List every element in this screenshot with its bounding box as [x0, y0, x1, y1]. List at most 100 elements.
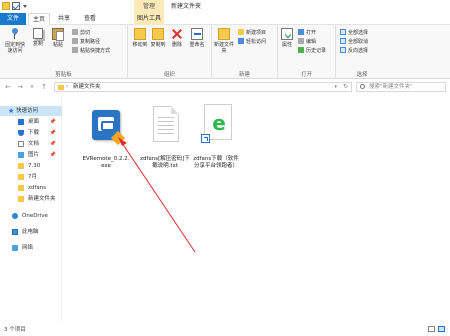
copy-to-label: 复制到: [150, 42, 166, 48]
new-folder-button[interactable]: 新建文件夹: [214, 28, 234, 54]
rename-label: 重命名: [189, 42, 205, 48]
file-item[interactable]: zdfans[解压密码]下载说明.txt: [140, 102, 190, 170]
rename-button[interactable]: 重命名: [188, 28, 206, 48]
file-item[interactable]: e zdfans下载（软件分享平台领跑者）: [191, 102, 241, 170]
up-button[interactable]: ↑: [40, 83, 48, 91]
pin-label: 固定到快速访问: [4, 42, 25, 54]
nav-downloads[interactable]: 下载 📌: [0, 128, 62, 138]
details-view-button[interactable]: [428, 326, 435, 332]
select-none-label: 全部取消: [348, 39, 369, 45]
nav-network[interactable]: 网络: [0, 243, 62, 253]
delete-button[interactable]: 删除: [170, 28, 184, 48]
tab-file[interactable]: 文件: [0, 13, 26, 25]
rename-icon: [191, 28, 203, 40]
cut-button[interactable]: 剪切: [72, 29, 90, 37]
move-to-button[interactable]: 移动到: [132, 28, 148, 48]
copy-to-button[interactable]: 复制到: [150, 28, 166, 48]
folder-icon: [18, 196, 24, 202]
nav-quick-access[interactable]: ★ 快速访问: [0, 106, 62, 116]
nav-this-pc[interactable]: 此电脑: [0, 227, 62, 237]
paste-button[interactable]: 粘贴: [50, 28, 66, 48]
nav-folder-new[interactable]: 新建文件夹: [0, 194, 62, 204]
nav-label: 此电脑: [22, 229, 39, 235]
copy-path-button[interactable]: 复制路径: [72, 38, 100, 46]
nav-onedrive[interactable]: OneDrive: [0, 211, 62, 221]
file-item[interactable]: EVRemote_0.2.2.exe: [81, 102, 131, 170]
computer-icon: [12, 229, 18, 235]
tab-picture-tools[interactable]: 图片工具: [134, 13, 164, 25]
address-bar-row: ← → ▾ ↑ › 新建文件夹 ▾ ↻ 搜索"新建文件夹": [0, 80, 450, 94]
organize-group: 移动到 复制到 删除 重命名 组织: [128, 25, 212, 79]
select-all-button[interactable]: 全部选择: [340, 29, 368, 37]
invert-selection-label: 反向选择: [348, 48, 369, 54]
desktop-icon: [18, 119, 24, 125]
large-icons-view-button[interactable]: [438, 326, 445, 332]
refresh-icon[interactable]: ↻: [343, 83, 348, 91]
nav-label: OneDrive: [22, 213, 48, 219]
select-none-button[interactable]: 全部取消: [340, 38, 368, 46]
copy-label: 复制: [32, 41, 43, 47]
edit-button[interactable]: 编辑: [298, 38, 316, 46]
nav-pictures[interactable]: 图片 📌: [0, 150, 62, 160]
breadcrumb-current[interactable]: 新建文件夹: [73, 83, 101, 91]
pin-icon[interactable]: 📌: [50, 117, 56, 127]
nav-label: 文档: [28, 141, 40, 147]
download-icon: [18, 130, 24, 136]
manage-tab[interactable]: 管理: [134, 0, 164, 13]
nav-desktop[interactable]: 桌面 📌: [0, 117, 62, 127]
address-field[interactable]: › 新建文件夹 ▾ ↻: [54, 82, 352, 92]
nav-folder-zdfans[interactable]: zdfans: [0, 183, 62, 193]
open-group-label: 打开: [300, 72, 312, 78]
search-input[interactable]: 搜索"新建文件夹": [356, 82, 446, 92]
paste-shortcut-button[interactable]: 粘贴快捷方式: [72, 47, 110, 55]
tab-view[interactable]: 查看: [79, 13, 101, 25]
properties-button[interactable]: 属性: [280, 28, 294, 48]
pin-icon: [9, 28, 21, 40]
breadcrumb-separator: ›: [66, 83, 69, 90]
copy-path-label: 复制路径: [80, 39, 101, 45]
pin-icon[interactable]: 📌: [50, 128, 56, 138]
nav-folder-7-30[interactable]: 7.30: [0, 161, 62, 171]
back-button[interactable]: ←: [4, 83, 12, 91]
copy-icon: [33, 28, 43, 39]
new-item-button[interactable]: 新建项目: [238, 29, 266, 37]
recent-locations-button[interactable]: ▾: [28, 83, 36, 91]
nav-label: 桌面: [28, 119, 40, 125]
file-thumbnail: [86, 102, 126, 152]
file-name: zdfans[解压密码]下载说明.txt: [140, 156, 190, 169]
open-button[interactable]: 打开: [298, 29, 316, 37]
chevron-down-icon[interactable]: [22, 2, 28, 10]
move-to-icon: [134, 28, 146, 40]
new-group: 新建文件夹 新建项目 轻松访问 新建: [212, 25, 278, 79]
forward-button[interactable]: →: [16, 83, 24, 91]
tab-share[interactable]: 共享: [53, 13, 75, 25]
copy-path-icon: [72, 38, 78, 44]
network-icon: [12, 245, 18, 251]
folder-icon[interactable]: [2, 2, 10, 10]
invert-selection-button[interactable]: 反向选择: [340, 47, 368, 55]
delete-icon: [171, 28, 183, 40]
organize-group-label: 组织: [163, 72, 175, 78]
chevron-down-icon[interactable]: ▾: [334, 83, 337, 91]
copy-button[interactable]: 复制: [30, 28, 46, 47]
cut-label: 剪切: [80, 30, 91, 36]
easy-access-button[interactable]: 轻松访问: [238, 38, 266, 46]
nav-documents[interactable]: 文档 📌: [0, 139, 62, 149]
folder-icon: [18, 174, 24, 180]
tab-home[interactable]: 主页: [28, 13, 50, 25]
pin-icon[interactable]: 📌: [50, 150, 56, 160]
properties-icon[interactable]: [12, 2, 20, 10]
pin-icon[interactable]: 📌: [50, 139, 56, 149]
folder-icon: [18, 163, 24, 169]
pin-to-quick-access-button[interactable]: 固定到快速访问: [3, 28, 27, 54]
navigation-pane: ★ 快速访问 桌面 📌 下载 📌 文档 📌 图片 📌 7.30 7月 zdfan…: [0, 96, 62, 322]
history-label: 历史记录: [306, 48, 327, 54]
nav-label: 新建文件夹: [28, 196, 56, 202]
move-to-label: 移动到: [132, 42, 148, 48]
new-item-label: 新建项目: [246, 30, 267, 36]
easy-access-icon: [238, 38, 244, 44]
nav-folder-july[interactable]: 7月: [0, 172, 62, 182]
history-button[interactable]: 历史记录: [298, 47, 326, 55]
properties-icon: [281, 28, 293, 40]
star-icon: ★: [8, 107, 15, 115]
